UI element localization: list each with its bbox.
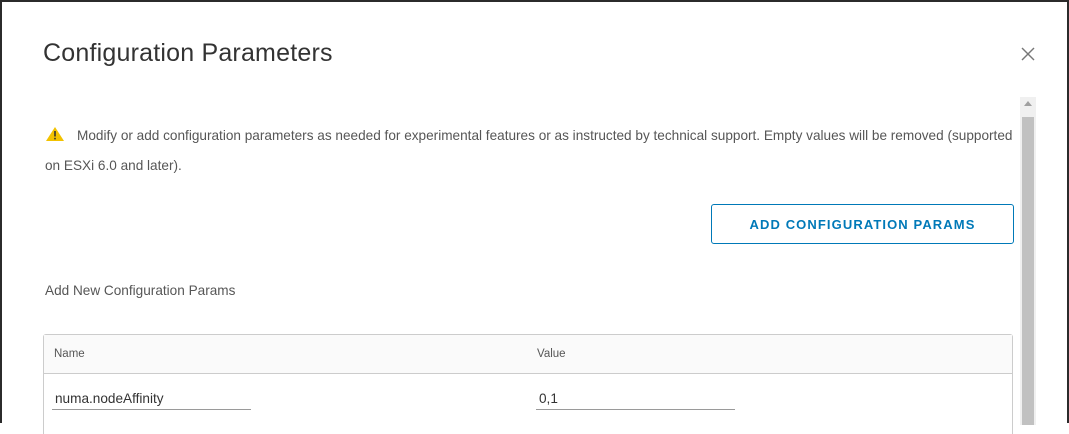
param-value-input[interactable]	[536, 388, 735, 410]
vertical-scrollbar[interactable]	[1020, 97, 1036, 425]
column-header-value: Value	[537, 348, 566, 360]
warning-icon	[45, 123, 65, 141]
table-row	[44, 374, 1012, 434]
section-label: Add New Configuration Params	[45, 283, 236, 298]
grid-header: Name Value	[44, 335, 1012, 374]
param-name-input[interactable]	[52, 388, 251, 410]
scroll-up-arrow-icon[interactable]	[1024, 101, 1032, 106]
warning-message: Modify or add configuration parameters a…	[45, 121, 1030, 181]
close-icon[interactable]	[1019, 45, 1037, 63]
dialog-content: Modify or add configuration parameters a…	[2, 97, 1069, 434]
dialog-title: Configuration Parameters	[43, 39, 333, 67]
configuration-parameters-dialog: Configuration Parameters Modify or add c…	[0, 0, 1069, 434]
scroll-thumb[interactable]	[1022, 117, 1034, 425]
params-grid: Name Value	[43, 334, 1013, 434]
warning-text: Modify or add configuration parameters a…	[45, 128, 1013, 173]
column-header-name: Name	[54, 348, 85, 360]
add-configuration-params-button[interactable]: ADD CONFIGURATION PARAMS	[711, 204, 1014, 244]
